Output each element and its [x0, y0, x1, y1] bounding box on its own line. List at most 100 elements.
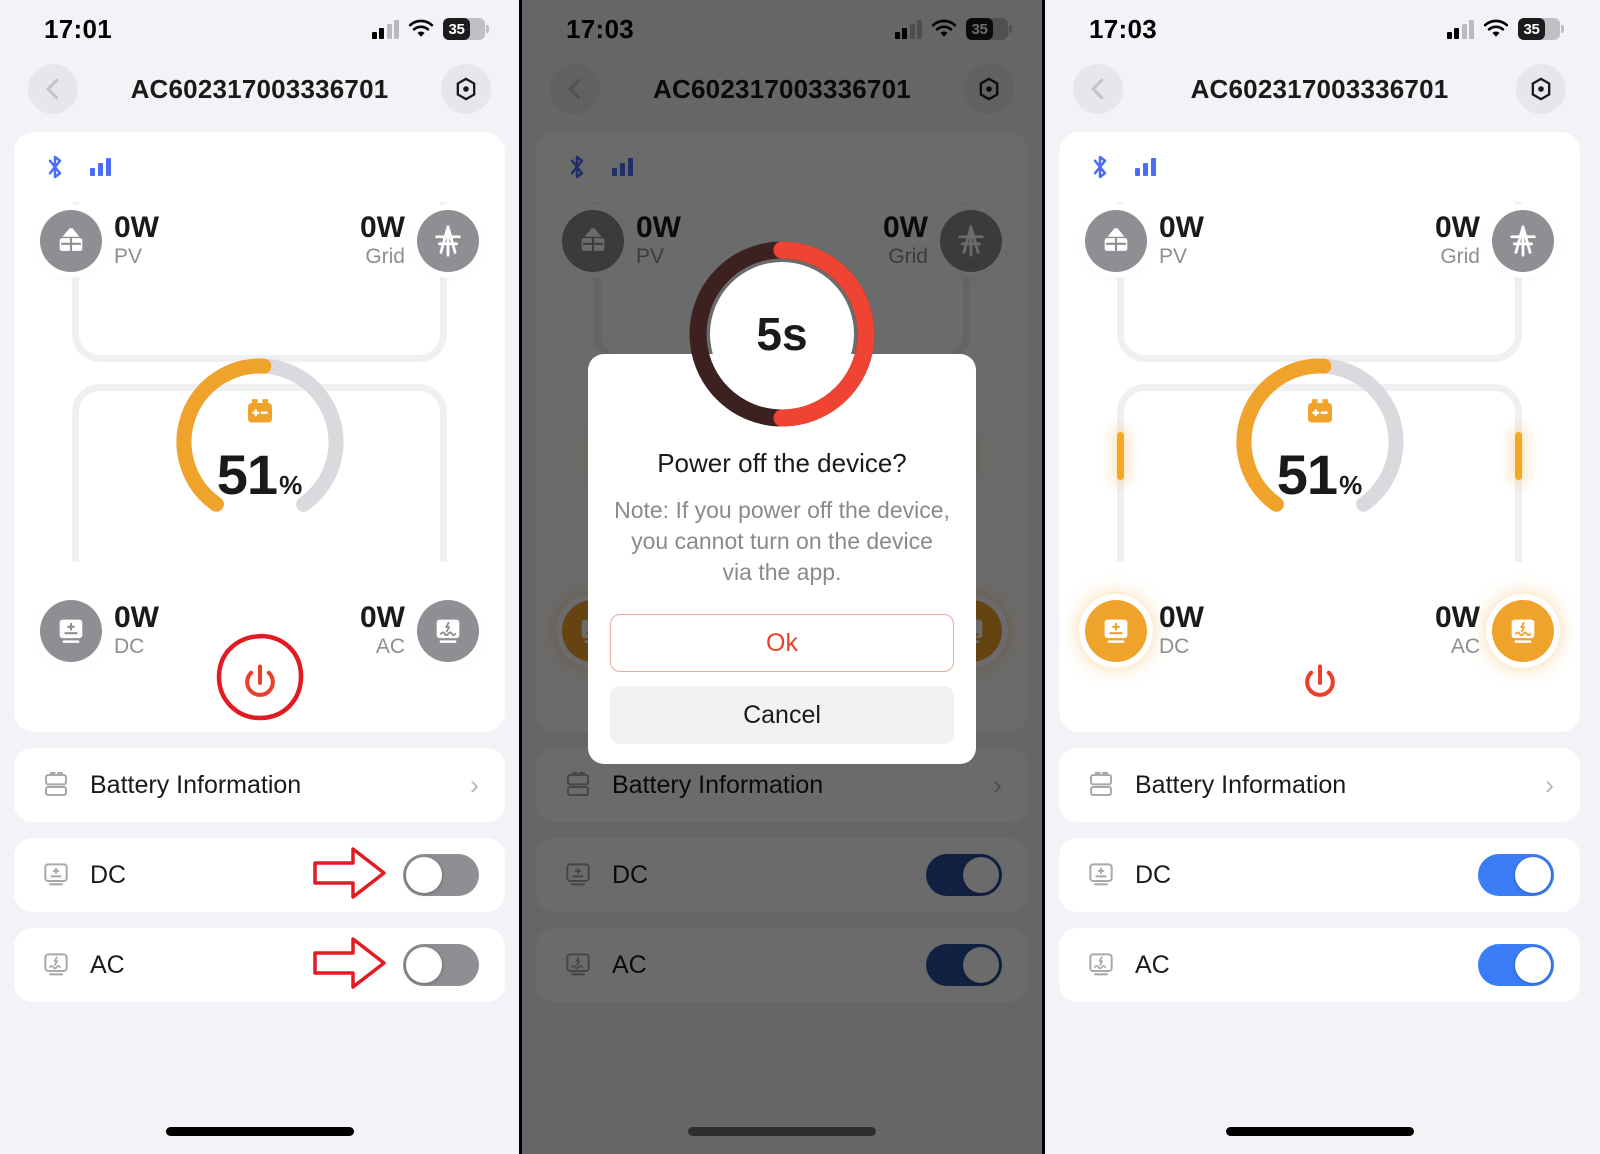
node-ac-icon-circle[interactable]: [417, 600, 479, 662]
battery-percent-value: 51: [1276, 443, 1338, 506]
screen-outputs-on: 17:03 35 AC602317003336701 0W PV 0W Grid 0W…: [1045, 0, 1594, 1154]
row-battery-information[interactable]: Battery Information ›: [14, 748, 505, 822]
back-button[interactable]: [28, 64, 78, 114]
settings-button[interactable]: [1516, 64, 1566, 114]
dialog-cancel-button[interactable]: Cancel: [610, 686, 954, 745]
status-time: 17:03: [1089, 13, 1157, 44]
toggle-ac[interactable]: [1478, 944, 1554, 986]
toggle-annotation-arrow: [313, 935, 387, 996]
node-ac-label: AC: [375, 635, 405, 659]
node-ac: 0WAC: [360, 600, 479, 662]
cellular-signal-icon: [371, 19, 399, 39]
node-grid-icon-circle[interactable]: [417, 210, 479, 272]
status-bar: 17:01 35: [0, 0, 519, 58]
nav-bar: AC602317003336701: [0, 58, 519, 120]
battery-percent-unit: %: [1339, 470, 1363, 500]
screen-content: 17:01 35 AC602317003336701 0W PV 0W Grid 0W…: [0, 0, 519, 1154]
node-ac: 0WAC: [1435, 600, 1554, 662]
battery-gauge: 51%: [1232, 354, 1408, 530]
dc-output-outline-icon: [44, 863, 68, 886]
screen-power-off-confirm: 17:03 35 AC602317003336701 0WPV0WGrid 0W…: [519, 0, 1045, 1154]
wifi-icon: [408, 19, 434, 37]
battery-percent-text: 35: [443, 18, 470, 40]
battery-percent-value: 51: [216, 443, 278, 506]
settings-button[interactable]: [441, 64, 491, 114]
flow-pulse-left: [1117, 432, 1124, 480]
hex-nut-icon: [1531, 77, 1551, 101]
row-battery-information[interactable]: Battery Information ›: [1059, 748, 1580, 822]
row-ac[interactable]: AC: [1059, 928, 1580, 1002]
node-grid: 0WGrid: [1435, 210, 1554, 272]
battery-percent-unit: %: [279, 470, 303, 500]
node-dc: 0WDC: [40, 600, 159, 662]
row-label: Battery Information: [1135, 770, 1347, 799]
node-dc: 0WDC: [1085, 600, 1204, 662]
battery-info-icon: [1090, 771, 1112, 796]
toggle-dc[interactable]: [403, 854, 479, 896]
ac-output-outline-icon: [44, 953, 68, 976]
row-label: Battery Information: [90, 770, 302, 799]
dc-output-icon: [59, 619, 83, 643]
solar-panel-icon: [59, 228, 83, 252]
power-flow-card: 0WPV0WGrid 0WDC 0WAC 51%: [1059, 132, 1580, 732]
row-label: DC: [90, 860, 127, 889]
dialog-confirm-button[interactable]: Ok: [610, 614, 954, 673]
countdown-seconds: 5s: [756, 308, 808, 360]
battery-gauge-icon: [242, 394, 278, 430]
nav-bar: AC602317003336701: [1045, 58, 1594, 120]
ac-output-icon: [1511, 619, 1535, 643]
connection-indicators: [40, 152, 111, 182]
node-pv-icon-circle[interactable]: [1085, 210, 1147, 272]
power-icon: [244, 664, 275, 697]
dc-output-icon: [1104, 619, 1128, 643]
node-grid: 0WGrid: [360, 210, 479, 272]
node-dc-icon-circle[interactable]: [1085, 600, 1147, 662]
node-grid-label: Grid: [1440, 245, 1480, 269]
screen-content: 17:03 35 AC602317003336701 0WPV0WGrid 0W…: [1045, 0, 1594, 1154]
toggle-ac[interactable]: [403, 944, 479, 986]
home-indicator[interactable]: [688, 1127, 876, 1136]
node-dc-value: 0W: [1159, 600, 1204, 634]
node-dc-label: DC: [1159, 635, 1190, 659]
power-button[interactable]: [1298, 661, 1342, 710]
node-pv-label: PV: [1159, 245, 1188, 269]
chevron-left-icon: [46, 78, 59, 100]
battery-gauge: 51%: [172, 354, 348, 530]
power-tower-icon: [435, 225, 461, 257]
bluetooth-icon: [48, 155, 62, 179]
row-label: DC: [1135, 860, 1172, 889]
row-label: AC: [1135, 950, 1170, 979]
node-pv-icon-circle[interactable]: [40, 210, 102, 272]
row-ac[interactable]: AC: [14, 928, 505, 1002]
ac-output-outline-icon: [1089, 953, 1113, 976]
node-pv: 0WPV: [1085, 210, 1204, 272]
chevron-right-icon: ›: [1545, 769, 1554, 800]
node-grid-value: 0W: [1435, 210, 1480, 244]
power-icon: [1304, 664, 1335, 697]
battery-percent-readout: 51%: [217, 442, 302, 507]
hex-nut-icon: [456, 77, 476, 101]
node-grid-icon-circle[interactable]: [1492, 210, 1554, 272]
node-ac-icon-circle[interactable]: [1492, 600, 1554, 662]
battery-status-icon: 35: [443, 18, 489, 40]
chevron-right-icon: ›: [470, 769, 479, 800]
home-indicator[interactable]: [1225, 1127, 1414, 1136]
row-dc[interactable]: DC: [14, 838, 505, 912]
node-pv-value: 0W: [1159, 210, 1204, 244]
signal-bars-icon: [1135, 158, 1156, 176]
toggle-dc[interactable]: [1478, 854, 1554, 896]
status-bar: 17:03 35: [1045, 0, 1594, 58]
battery-cell-icon: [1307, 399, 1332, 423]
row-dc[interactable]: DC: [1059, 838, 1580, 912]
node-dc-icon-circle[interactable]: [40, 600, 102, 662]
node-grid-label: Grid: [365, 245, 405, 269]
node-pv-value: 0W: [114, 210, 159, 244]
back-button[interactable]: [1073, 64, 1123, 114]
node-grid-value: 0W: [360, 210, 405, 244]
home-indicator[interactable]: [165, 1127, 354, 1136]
flow-pulse-right: [1515, 432, 1522, 480]
solar-panel-icon: [1104, 228, 1128, 252]
power-button[interactable]: [238, 661, 282, 710]
battery-status-icon: 35: [1518, 18, 1564, 40]
signal-bars-icon: [90, 158, 111, 176]
